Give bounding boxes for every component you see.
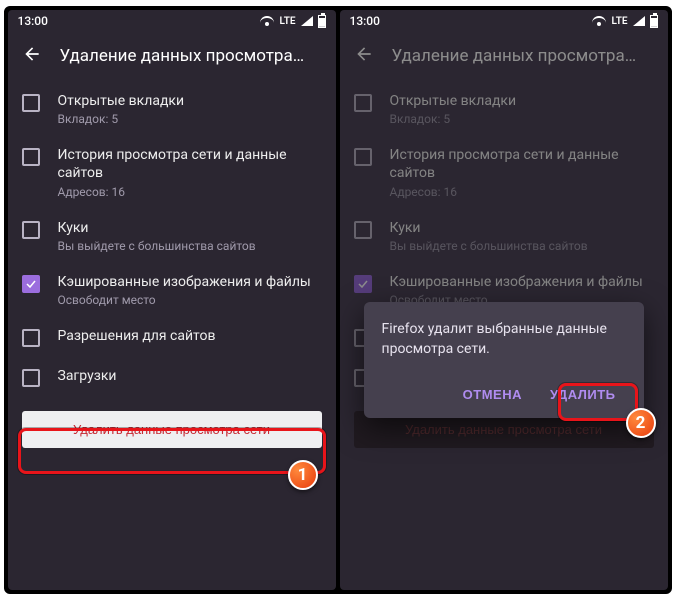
list-item[interactable]: Загрузки — [8, 357, 336, 397]
checkbox[interactable] — [22, 221, 40, 239]
app-header: Удаление данных просмотра… — [340, 32, 668, 78]
item-title: История просмотра сети и данные сайтов — [390, 146, 650, 182]
screenshot-pair: 13:00 LTE Удаление данных просмотра… — [4, 6, 672, 594]
item-title: Открытые вкладки — [390, 92, 650, 110]
highlight-delete-button — [18, 428, 326, 474]
list-item[interactable]: Разрешения для сайтов — [340, 317, 668, 357]
back-icon[interactable] — [354, 44, 374, 68]
item-subtitle: Освободит место — [58, 293, 318, 307]
item-title: Кэшированные изображения и файлы — [390, 273, 650, 291]
item-subtitle: Освободит место — [390, 293, 650, 307]
list-item[interactable]: Куки Вы выйдете с большинства сайтов — [8, 209, 336, 263]
item-subtitle: Вкладок: 5 — [390, 112, 650, 126]
checkbox[interactable] — [22, 329, 40, 347]
battery-icon — [650, 15, 658, 28]
item-title: Загрузки — [58, 367, 318, 385]
page-title: Удаление данных просмотра… — [60, 46, 322, 66]
item-subtitle: Адресов: 16 — [58, 185, 318, 199]
signal-icon — [633, 16, 645, 26]
item-title: Открытые вкладки — [58, 92, 318, 110]
checkbox-checked[interactable] — [354, 275, 372, 293]
list-item[interactable]: Открытые вкладки Вкладок: 5 — [340, 82, 668, 136]
status-icons: LTE — [592, 15, 657, 28]
list-item[interactable]: Куки Вы выйдете с большинства сайтов — [340, 209, 668, 263]
list-item[interactable]: Разрешения для сайтов — [8, 317, 336, 357]
signal-icon — [301, 16, 313, 26]
checkbox[interactable] — [354, 369, 372, 387]
item-title: Кэшированные изображения и файлы — [58, 273, 318, 291]
item-title: Куки — [390, 219, 650, 237]
checkbox[interactable] — [354, 148, 372, 166]
checkbox[interactable] — [22, 369, 40, 387]
clock: 13:00 — [18, 14, 48, 28]
options-list: Открытые вкладки Вкладок: 5 История прос… — [8, 78, 336, 401]
item-title: Куки — [58, 219, 318, 237]
list-item[interactable]: Открытые вкладки Вкладок: 5 — [8, 82, 336, 136]
wifi-icon — [260, 16, 274, 26]
item-subtitle: Вы выйдете с большинства сайтов — [390, 239, 650, 253]
status-icons: LTE — [260, 15, 325, 28]
step-marker-2: 2 — [626, 408, 656, 438]
item-title: История просмотра сети и данные сайтов — [58, 146, 318, 182]
checkbox[interactable] — [22, 148, 40, 166]
list-item[interactable]: Кэшированные изображения и файлы Освобод… — [340, 263, 668, 317]
lte-label: LTE — [611, 16, 627, 27]
checkbox[interactable] — [22, 94, 40, 112]
checkbox[interactable] — [354, 94, 372, 112]
clock: 13:00 — [350, 14, 380, 28]
checkbox[interactable] — [354, 329, 372, 347]
back-icon[interactable] — [22, 44, 42, 68]
app-header: Удаление данных просмотра… — [8, 32, 336, 78]
phone-left: 13:00 LTE Удаление данных просмотра… — [8, 10, 336, 590]
list-item[interactable]: История просмотра сети и данные сайтов А… — [8, 136, 336, 208]
item-subtitle: Вкладок: 5 — [58, 112, 318, 126]
item-title: Разрешения для сайтов — [390, 327, 650, 345]
status-bar: 13:00 LTE — [8, 10, 336, 32]
highlight-confirm-button — [558, 383, 638, 421]
item-title: Разрешения для сайтов — [58, 327, 318, 345]
item-subtitle: Вы выйдете с большинства сайтов — [58, 239, 318, 253]
list-item[interactable]: История просмотра сети и данные сайтов А… — [340, 136, 668, 208]
battery-icon — [318, 15, 326, 28]
list-item[interactable]: Кэшированные изображения и файлы Освобод… — [8, 263, 336, 317]
phone-right: 13:00 LTE Удаление данных просмотра… Отк — [340, 10, 668, 590]
checkbox[interactable] — [354, 221, 372, 239]
step-marker-1: 1 — [288, 460, 318, 490]
checkbox-checked[interactable] — [22, 275, 40, 293]
wifi-icon — [592, 16, 606, 26]
page-title: Удаление данных просмотра… — [392, 46, 654, 66]
lte-label: LTE — [279, 16, 295, 27]
item-subtitle: Адресов: 16 — [390, 185, 650, 199]
options-list: Открытые вкладки Вкладок: 5 История прос… — [340, 78, 668, 401]
status-bar: 13:00 LTE — [340, 10, 668, 32]
